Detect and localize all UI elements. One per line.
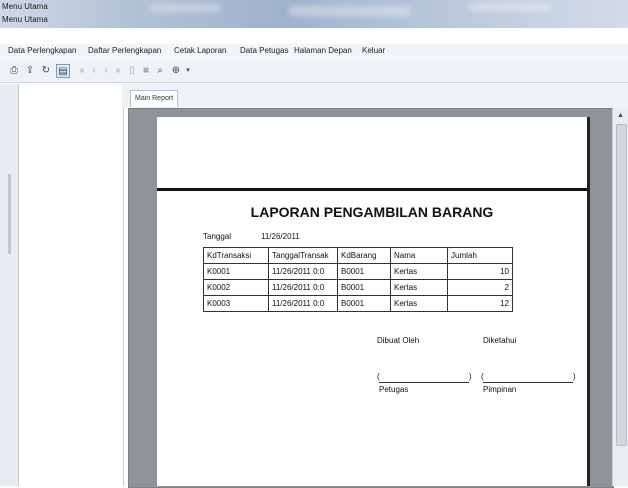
officer-signature-line [379, 372, 469, 383]
menu-daftar-perlengkapan[interactable]: Daftar Perlengkapan [88, 46, 161, 55]
tree-toggle-icon[interactable]: ▤ [56, 64, 70, 78]
officer-close-paren: ) [469, 372, 472, 381]
tab-main-report[interactable]: Main Report [130, 90, 179, 107]
table-row: K0003 11/26/2011 0:0 B0001 Kertas 12 [203, 295, 513, 312]
col-nama: Nama [390, 247, 448, 264]
cell-jumlah: 2 [447, 279, 513, 296]
window-title: Menu Utama [2, 2, 48, 11]
col-tanggaltransaksi: TanggalTransak [268, 247, 338, 264]
refresh-icon[interactable]: ↻ [40, 64, 52, 76]
menu-keluar[interactable]: Keluar [362, 46, 385, 55]
cell-tanggal: 11/26/2011 0:0 [268, 295, 338, 312]
report-toolbar: ⎙ ⇪ ↻ ▤ « ‹ › » ▯ ■ ⌕ ⊕ ▾ [0, 60, 628, 83]
group-tree-panel[interactable] [18, 84, 124, 486]
approved-by-label: Diketahui [483, 336, 517, 345]
col-kdtransaksi: KdTransaksi [203, 247, 269, 264]
menu-cetak-laporan[interactable]: Cetak Laporan [174, 46, 226, 55]
menu-bar: Data Perlengkapan Daftar Perlengkapan Ce… [0, 44, 628, 61]
tab-strip: Main Report [122, 84, 628, 108]
export-icon[interactable]: ⇪ [24, 64, 36, 76]
next-page-icon[interactable]: › [100, 64, 112, 76]
cell-nama: Kertas [390, 279, 448, 296]
menu-data-petugas[interactable]: Data Petugas [240, 46, 288, 55]
cell-kdtransaksi: K0002 [203, 279, 269, 296]
zoom-dropdown-icon[interactable]: ▾ [182, 64, 194, 76]
title-bar: Menu Utama Menu Utama [0, 0, 628, 28]
cell-kdbarang: B0001 [337, 279, 391, 296]
head-open-paren: ( [481, 372, 484, 381]
cell-jumlah: 10 [447, 263, 513, 280]
date-label: Tanggal [203, 232, 232, 241]
prev-page-icon[interactable]: ‹ [88, 64, 100, 76]
print-icon[interactable]: ⎙ [8, 64, 20, 76]
scroll-up-icon[interactable]: ▲ [617, 112, 624, 119]
stop-icon[interactable]: ■ [140, 64, 152, 76]
col-jumlah: Jumlah [447, 247, 513, 264]
cell-nama: Kertas [390, 263, 448, 280]
report-table: KdTransaksi TanggalTransak KdBarang Nama… [203, 247, 513, 312]
menu-data-perlengkapan[interactable]: Data Perlengkapan [8, 46, 77, 55]
cell-kdtransaksi: K0003 [203, 295, 269, 312]
officer-role: Petugas [379, 385, 409, 394]
head-close-paren: ) [573, 372, 576, 381]
table-row: K0001 11/26/2011 0:0 B0001 Kertas 10 [203, 263, 513, 280]
cell-kdtransaksi: K0001 [203, 263, 269, 280]
goto-page-icon[interactable]: ▯ [126, 64, 138, 76]
table-row: K0002 11/26/2011 0:0 B0001 Kertas 2 [203, 279, 513, 296]
head-role: Pimpinan [483, 385, 517, 394]
date-value: 11/26/2011 [261, 232, 300, 241]
scroll-thumb[interactable] [616, 124, 627, 446]
head-signature-line [483, 372, 573, 383]
zoom-icon[interactable]: ⊕ [170, 64, 182, 76]
left-edge [0, 84, 18, 486]
window-subtitle: Menu Utama [2, 15, 48, 24]
header-rule [157, 188, 587, 191]
vertical-scrollbar[interactable]: ▲ [612, 108, 628, 486]
menu-halaman-depan[interactable]: Halaman Depan [294, 46, 352, 55]
made-by-label: Dibuat Oleh [377, 336, 420, 345]
cell-nama: Kertas [390, 295, 448, 312]
col-kdbarang: KdBarang [337, 247, 391, 264]
search-icon[interactable]: ⌕ [154, 64, 166, 76]
report-title: LAPORAN PENGAMBILAN BARANG [250, 204, 494, 220]
table-header-row: KdTransaksi TanggalTransak KdBarang Nama… [203, 247, 513, 264]
first-page-icon[interactable]: « [76, 64, 88, 76]
last-page-icon[interactable]: » [112, 64, 124, 76]
cell-kdbarang: B0001 [337, 263, 391, 280]
cell-kdbarang: B0001 [337, 295, 391, 312]
officer-open-paren: ( [377, 372, 380, 381]
cell-tanggal: 11/26/2011 0:0 [268, 263, 338, 280]
report-page: LAPORAN PENGAMBILAN BARANG Tanggal 11/26… [157, 117, 587, 486]
cell-jumlah: 12 [447, 295, 513, 312]
cell-tanggal: 11/26/2011 0:0 [268, 279, 338, 296]
